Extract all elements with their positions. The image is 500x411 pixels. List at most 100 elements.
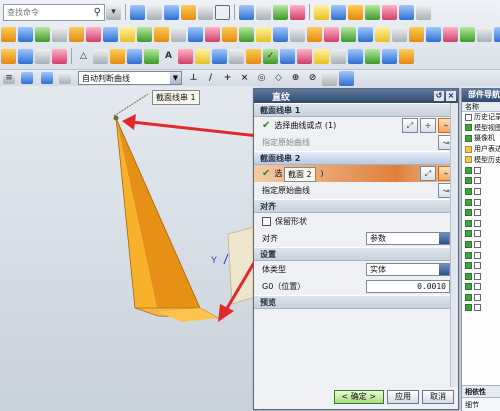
check-icon[interactable]: ✓ xyxy=(263,48,278,64)
datum-csys-icon[interactable] xyxy=(35,48,50,64)
patch-icon[interactable] xyxy=(358,26,373,42)
curve-tool-icon[interactable] xyxy=(314,4,329,20)
surface-curve-icon[interactable] xyxy=(348,48,363,64)
curve-length-icon[interactable] xyxy=(331,48,346,64)
section-2-header[interactable]: 截面线串 2 ▴ xyxy=(254,151,458,165)
nav-feature[interactable] xyxy=(462,218,500,229)
nav-item-model-views[interactable]: 模型视图 xyxy=(462,123,500,134)
nav-feature[interactable] xyxy=(462,229,500,240)
intersect-icon[interactable] xyxy=(222,26,237,42)
nav-feature[interactable] xyxy=(462,282,500,293)
frame-icon[interactable] xyxy=(215,4,230,20)
nav-feature[interactable] xyxy=(462,165,500,176)
section-2-origin-row[interactable]: 指定原始曲线 ↝ xyxy=(254,182,458,199)
snap-extra-icon[interactable] xyxy=(339,70,354,86)
render-style-icon[interactable] xyxy=(164,4,179,20)
flag-icon[interactable] xyxy=(382,48,397,64)
blend-icon[interactable] xyxy=(256,26,271,42)
details-panel[interactable]: 细节 xyxy=(462,397,500,411)
nav-feature[interactable] xyxy=(462,250,500,261)
offset-icon[interactable] xyxy=(324,26,339,42)
sew-icon[interactable] xyxy=(341,26,356,42)
divide-curve-icon[interactable] xyxy=(314,48,329,64)
chamfer-icon[interactable] xyxy=(273,26,288,42)
nav-feature[interactable] xyxy=(462,176,500,187)
point-tool-icon[interactable] xyxy=(331,4,346,20)
graphics-window[interactable]: Y 截面线串 1 xyxy=(0,86,258,411)
draft-icon[interactable] xyxy=(307,26,322,42)
mesh-surface-icon[interactable] xyxy=(409,26,424,42)
split-icon[interactable] xyxy=(392,26,407,42)
arc-icon[interactable] xyxy=(110,48,125,64)
menu-dropdown-icon[interactable]: ▾ xyxy=(106,4,121,20)
offset-curve-icon[interactable] xyxy=(246,48,261,64)
nav-feature[interactable] xyxy=(462,207,500,218)
chevron-down-icon[interactable] xyxy=(439,264,449,275)
body-type-dropdown[interactable]: 实体 xyxy=(366,263,450,276)
spline-icon[interactable] xyxy=(127,48,142,64)
draft-analysis-icon[interactable] xyxy=(399,48,414,64)
more-tools-icon[interactable] xyxy=(416,4,431,20)
nav-feature[interactable] xyxy=(462,197,500,208)
nav-item-user-expressions[interactable]: 用户表达式 xyxy=(462,144,500,155)
reverse-direction-icon[interactable]: ⤢ xyxy=(420,166,436,181)
snap-control-icon[interactable]: + xyxy=(220,71,235,86)
reverse-direction-icon[interactable]: ⤢ xyxy=(402,118,418,133)
section-icon[interactable] xyxy=(290,4,305,20)
line-icon[interactable] xyxy=(93,48,108,64)
text-tool-icon[interactable]: A xyxy=(161,49,176,64)
dialog-scrollbar[interactable] xyxy=(450,103,458,387)
pattern-icon[interactable] xyxy=(399,4,414,20)
ruled-icon[interactable] xyxy=(460,26,475,42)
slot-icon[interactable] xyxy=(154,26,169,42)
project-icon[interactable] xyxy=(178,48,193,64)
block-icon[interactable] xyxy=(18,26,33,42)
chevron-down-icon[interactable]: ▼ xyxy=(170,72,181,84)
snap-endpoint-icon[interactable]: ⟂ xyxy=(186,71,201,86)
reset-icon[interactable]: ↺ xyxy=(434,91,444,101)
measure-icon[interactable] xyxy=(256,4,271,20)
extract-icon[interactable] xyxy=(229,48,244,64)
orient-view-icon[interactable] xyxy=(198,4,213,20)
nav-item-history[interactable]: 历史记录 xyxy=(462,112,500,123)
nav-feature[interactable] xyxy=(462,239,500,250)
command-search-input[interactable] xyxy=(7,7,87,17)
nav-feature[interactable] xyxy=(462,260,500,271)
apply-button[interactable]: 应用 xyxy=(387,390,419,404)
mirror-icon[interactable] xyxy=(382,4,397,20)
datum-axis-icon[interactable] xyxy=(18,48,33,64)
cone-icon[interactable] xyxy=(52,26,67,42)
section-1-select-row[interactable]: ✔ 选择曲线或点 (1) ⤢ + ⌁ xyxy=(254,117,458,134)
preview-header[interactable]: 预览 ▾ xyxy=(254,295,458,309)
preserve-shape-row[interactable]: 保留形状 xyxy=(254,213,458,230)
boss-icon[interactable] xyxy=(103,26,118,42)
menu-icon[interactable]: ≡ xyxy=(3,72,15,84)
section-2-select-row[interactable]: ✔ 选 截面 2 ) ⤢ ⌁ xyxy=(254,165,458,182)
swept-icon[interactable] xyxy=(443,26,458,42)
nav-item-model-history[interactable]: 模型历史 xyxy=(462,154,500,165)
g0-tolerance-input[interactable]: 0.0010 xyxy=(366,280,450,293)
shell-icon[interactable] xyxy=(290,26,305,42)
alignment-header[interactable]: 对齐 ▴ xyxy=(254,199,458,213)
join-icon[interactable] xyxy=(212,48,227,64)
search-icon[interactable]: ⚲ xyxy=(94,7,101,18)
analysis-icon[interactable] xyxy=(273,4,288,20)
edit-curve-icon[interactable] xyxy=(280,48,295,64)
subtract-icon[interactable] xyxy=(205,26,220,42)
n-sided-icon[interactable] xyxy=(477,26,492,42)
pocket-icon[interactable] xyxy=(120,26,135,42)
preserve-shape-checkbox[interactable] xyxy=(262,217,271,226)
sketch-icon[interactable] xyxy=(1,26,16,42)
shade-icon[interactable] xyxy=(181,4,196,20)
snap-icon[interactable] xyxy=(239,4,254,20)
settings-header[interactable]: 设置 ▴ xyxy=(254,247,458,261)
snap-pole-icon[interactable]: ⊘ xyxy=(305,71,320,86)
snap-quadrant-icon[interactable]: ◇ xyxy=(271,71,286,86)
snap-filter-icon[interactable] xyxy=(59,72,71,84)
cancel-button[interactable]: 取消 xyxy=(422,390,454,404)
chevron-down-icon[interactable] xyxy=(439,233,449,244)
trim-curve-icon[interactable] xyxy=(297,48,312,64)
select-all-icon[interactable] xyxy=(21,72,33,84)
unite-icon[interactable] xyxy=(188,26,203,42)
sphere-icon[interactable] xyxy=(69,26,84,42)
